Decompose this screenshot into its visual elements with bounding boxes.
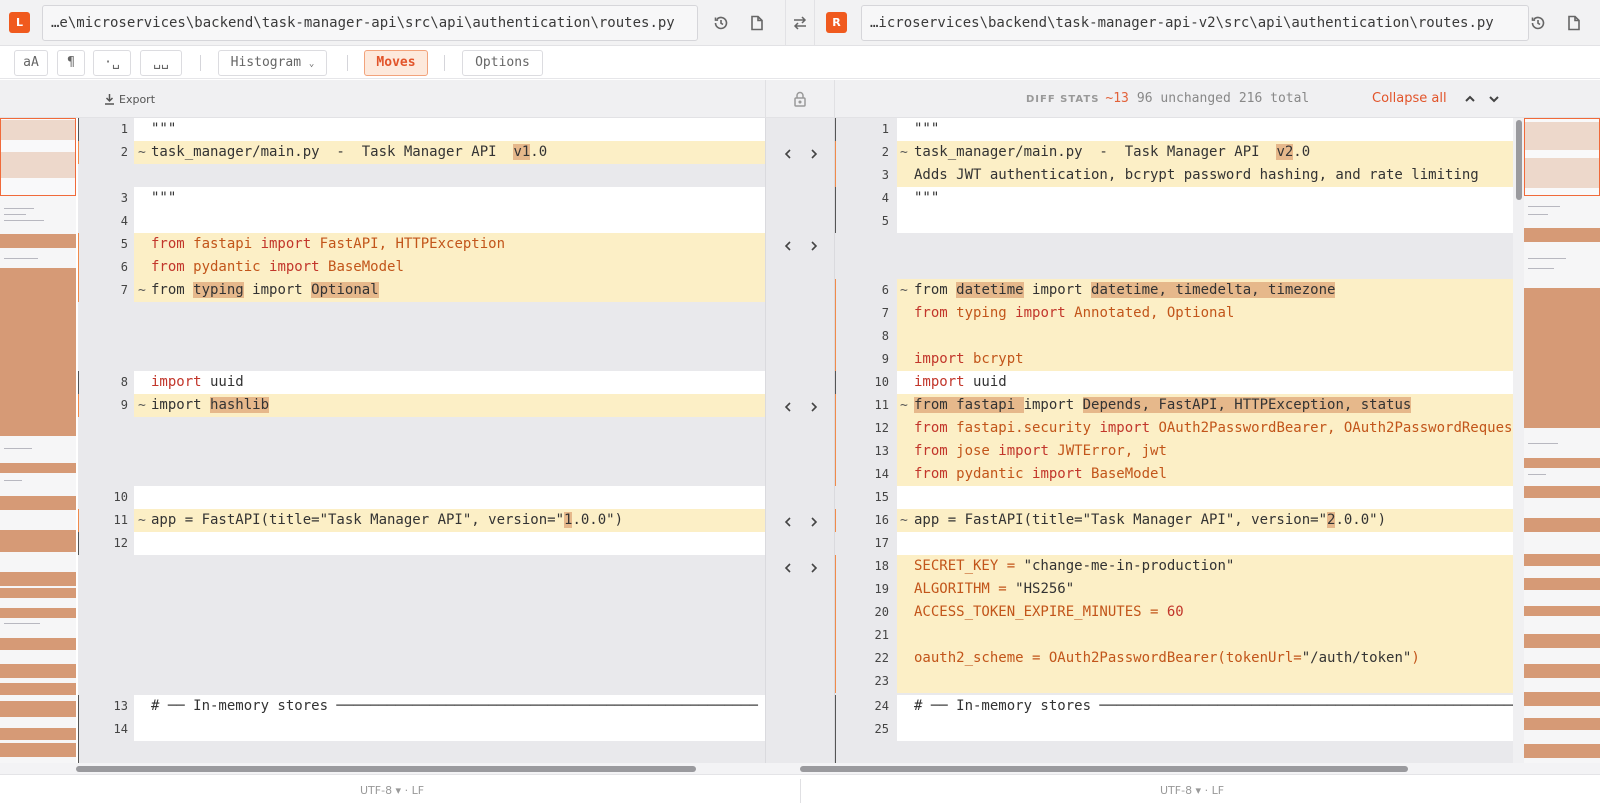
copy-left-button[interactable] <box>781 515 795 529</box>
toolbar-divider <box>444 55 445 71</box>
chevron-left-icon <box>784 241 791 251</box>
toolbar: aA ¶ ·␣ ␣␣ Histogram ⌄ Moves Options <box>0 47 1600 79</box>
chevron-right-icon <box>811 563 818 573</box>
scroll-lock-button[interactable] <box>765 80 835 118</box>
left-code-pane[interactable]: 1 """ 2 ~ task_manager/main.py - Task Ma… <box>78 118 765 763</box>
path-bar: L …e\microservices\backend\task-manager-… <box>0 0 1600 46</box>
horizontal-scrollbars <box>0 763 1600 774</box>
pilcrow-toggle-button[interactable]: ¶ <box>57 50 85 76</box>
status-divider <box>800 779 801 803</box>
copy-right-button[interactable] <box>807 561 821 575</box>
left-history-button[interactable] <box>711 13 731 33</box>
left-file-badge: L <box>9 12 30 33</box>
export-label: Export <box>119 92 156 106</box>
copy-right-button[interactable] <box>807 239 821 253</box>
whitespace-space-button[interactable]: ␣␣ <box>140 50 182 76</box>
chevron-right-icon <box>811 517 818 527</box>
chevron-left-icon <box>784 402 791 412</box>
right-horizontal-scroll-thumb[interactable] <box>800 766 1408 772</box>
case-toggle-button[interactable]: aA <box>14 50 48 76</box>
vertical-scrollbar[interactable] <box>1513 118 1524 763</box>
copy-right-button[interactable] <box>807 147 821 161</box>
file-icon <box>751 15 763 31</box>
lock-icon <box>794 91 806 107</box>
unchanged-count: 96 unchanged <box>1136 91 1231 106</box>
chevron-right-icon <box>811 149 818 159</box>
left-file-path[interactable]: …e\microservices\backend\task-manager-ap… <box>42 5 698 41</box>
right-minimap[interactable] <box>1524 118 1600 763</box>
minimap-viewport[interactable] <box>0 118 76 196</box>
chevron-up-icon <box>1465 95 1475 102</box>
toolbar-divider <box>200 55 201 71</box>
copy-left-button[interactable] <box>781 561 795 575</box>
diff-stats-label: DIFF STATS <box>1026 94 1100 105</box>
chevron-down-icon: ⌄ <box>308 59 315 69</box>
history-icon <box>1531 16 1545 30</box>
right-file-path[interactable]: …icroservices\backend\task-manager-api-v… <box>861 5 1529 41</box>
right-file-button[interactable] <box>1564 13 1584 33</box>
chevron-right-icon <box>811 241 818 251</box>
next-change-button[interactable] <box>1487 92 1501 106</box>
diff-header-row: Export DIFF STATS ~13 96 unchanged 216 tota… <box>0 80 1600 118</box>
right-code-pane[interactable]: 1 """ 2 ~ task_manager/main.py - Task Ma… <box>835 118 1513 763</box>
left-minimap[interactable] <box>0 118 76 763</box>
export-button[interactable]: Export <box>104 90 155 108</box>
history-icon <box>714 16 728 30</box>
left-encoding-status[interactable]: UTF-8 ▾ · LF <box>360 775 424 806</box>
copy-right-button[interactable] <box>807 400 821 414</box>
chevron-right-icon <box>811 402 818 412</box>
minimap-viewport[interactable] <box>1524 118 1600 196</box>
copy-left-button[interactable] <box>781 147 795 161</box>
moves-toggle-button[interactable]: Moves <box>364 50 428 76</box>
changed-count: ~13 <box>1105 91 1129 106</box>
right-history-button[interactable] <box>1528 13 1548 33</box>
right-file-badge: R <box>826 12 847 33</box>
chevron-left-icon <box>784 149 791 159</box>
vertical-scroll-thumb[interactable] <box>1516 120 1522 200</box>
histogram-dropdown[interactable]: Histogram ⌄ <box>218 50 327 76</box>
left-horizontal-scroll-thumb[interactable] <box>76 766 696 772</box>
file-icon <box>1568 15 1580 31</box>
chevron-left-icon <box>784 563 791 573</box>
status-bar: UTF-8 ▾ · LF UTF-8 ▾ · LF <box>0 774 1600 806</box>
copy-left-button[interactable] <box>781 239 795 253</box>
whitespace-dot-button[interactable]: ·␣ <box>93 50 131 76</box>
previous-change-button[interactable] <box>1463 92 1477 106</box>
copy-left-button[interactable] <box>781 400 795 414</box>
swap-icon <box>793 16 807 30</box>
toolbar-divider <box>347 55 348 71</box>
diff-stats: DIFF STATS ~13 96 unchanged 216 total <box>1026 80 1309 118</box>
center-gutter <box>765 118 835 763</box>
swap-sides-button[interactable] <box>785 0 815 46</box>
copy-right-button[interactable] <box>807 515 821 529</box>
chevron-left-icon <box>784 517 791 527</box>
download-icon <box>105 94 114 105</box>
right-encoding-status[interactable]: UTF-8 ▾ · LF <box>1160 775 1224 806</box>
left-file-button[interactable] <box>747 13 767 33</box>
histogram-label: Histogram <box>230 55 302 70</box>
collapse-all-button[interactable]: Collapse all <box>1372 80 1447 118</box>
options-button[interactable]: Options <box>462 50 543 76</box>
total-count: 216 total <box>1238 91 1310 106</box>
chevron-down-icon <box>1489 96 1499 103</box>
